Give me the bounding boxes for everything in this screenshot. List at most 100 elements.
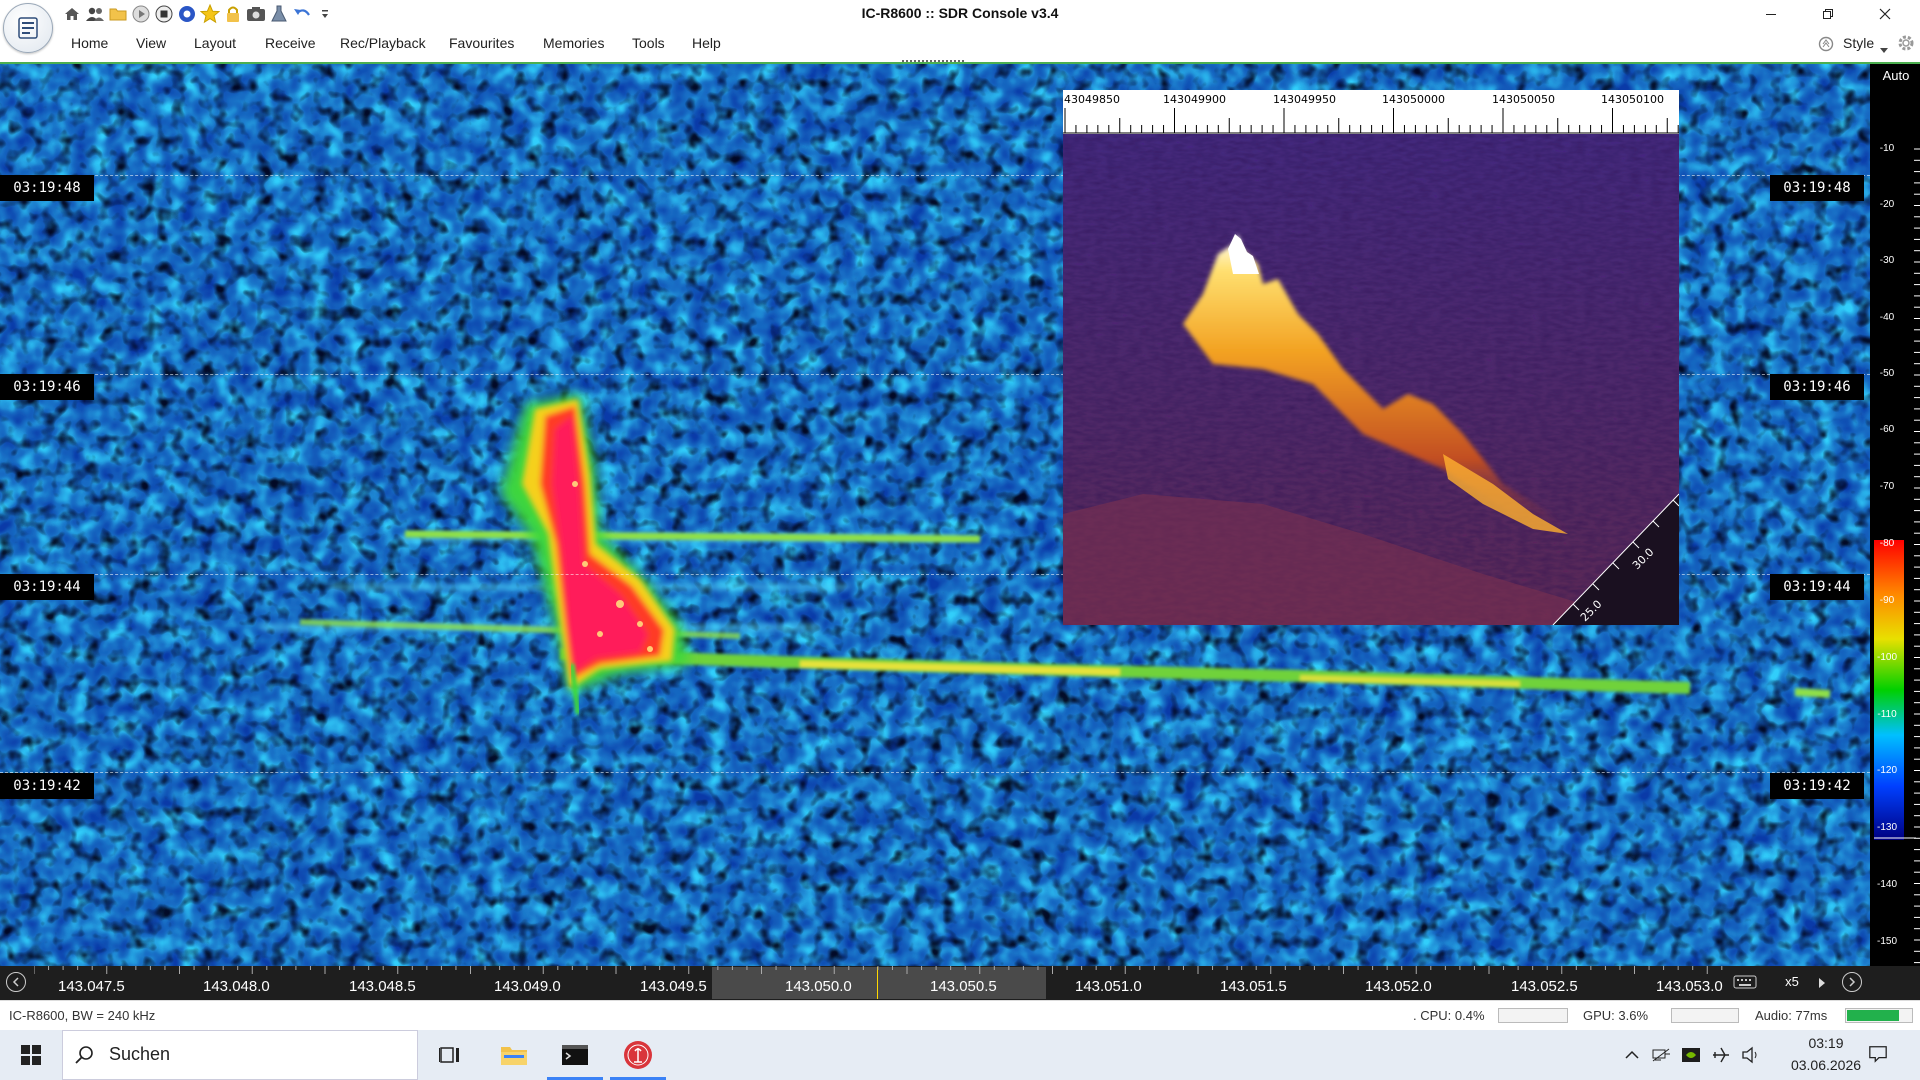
search-placeholder[interactable]: Suchen: [109, 1044, 170, 1065]
frequency-label: 143.048.0: [203, 978, 270, 995]
level-label: -110: [1877, 709, 1897, 720]
time-label-left: 03:19:42: [0, 773, 94, 799]
terminal-button[interactable]: [547, 1030, 603, 1080]
nvidia-icon[interactable]: [1681, 1045, 1701, 1065]
menu-receive[interactable]: Receive: [265, 35, 316, 51]
zoom-next-icon[interactable]: [1818, 976, 1826, 994]
time-label-left: 03:19:46: [0, 374, 94, 400]
status-radio-info: IC-R8600, BW = 240 kHz: [9, 1008, 156, 1023]
level-label: -100: [1876, 652, 1897, 663]
chevron-right-icon: [1849, 977, 1856, 987]
app-menu-button[interactable]: [3, 3, 53, 53]
folder-icon: [501, 1047, 527, 1065]
frequency-label: 143.052.0: [1365, 978, 1432, 995]
level-label: -10: [1879, 143, 1895, 154]
level-label: -140: [1876, 879, 1897, 890]
menu-tools[interactable]: Tools: [632, 35, 665, 51]
flight-mode-icon[interactable]: [1711, 1045, 1731, 1065]
search-icon: [74, 1044, 96, 1071]
keyboard-icon[interactable]: [1733, 974, 1757, 995]
inset-ruler-label: 143049850: [1063, 93, 1120, 106]
minimize-button[interactable]: [1748, 0, 1794, 28]
level-label: -90: [1879, 595, 1895, 606]
time-label-right: 03:19:48: [1770, 175, 1864, 201]
inset-ruler-label: 143050050: [1492, 93, 1555, 106]
frequency-ticks: [34, 966, 1723, 974]
gpu-meter: [1671, 1008, 1739, 1023]
level-label: -30: [1879, 255, 1895, 266]
frequency-label: 143.051.0: [1075, 978, 1142, 995]
level-label: -50: [1879, 368, 1895, 379]
audio-meter-fill: [1847, 1010, 1899, 1021]
time-label-right: 03:19:44: [1770, 574, 1864, 600]
status-audio: Audio: 77ms: [1755, 1008, 1828, 1023]
menu-home[interactable]: Home: [71, 35, 108, 51]
level-label: -130: [1876, 822, 1897, 833]
menu-help[interactable]: Help: [692, 35, 721, 51]
chevron-left-icon: [12, 977, 19, 987]
level-label: -120: [1876, 765, 1897, 776]
inset-frequency-ruler: 143049850 143049900 143049950 143050000 …: [1063, 90, 1679, 134]
close-button[interactable]: [1862, 0, 1908, 28]
menu-layout[interactable]: Layout: [194, 35, 236, 51]
file-explorer-button[interactable]: [486, 1030, 542, 1080]
time-label-right: 03:19:46: [1770, 374, 1864, 400]
frequency-label: 143.053.0: [1656, 978, 1723, 995]
frequency-label: 143.050.0: [785, 978, 852, 995]
volume-icon[interactable]: [1741, 1045, 1761, 1065]
scroll-right-button[interactable]: [1842, 972, 1862, 992]
frequency-label: 143.048.5: [349, 978, 416, 995]
sdr-console-button[interactable]: [610, 1030, 666, 1080]
3d-spectrum-inset[interactable]: 143049850 143049900 143049950 143050000 …: [1063, 90, 1679, 625]
status-cpu: . CPU: 0.4%: [1413, 1008, 1485, 1023]
frequency-label: 143.049.0: [494, 978, 561, 995]
clock-date[interactable]: 03.06.2026: [1779, 1057, 1873, 1073]
menu-rec-playback[interactable]: Rec/Playback: [340, 35, 426, 51]
sdr-console-icon: [624, 1041, 652, 1069]
notification-icon[interactable]: [1868, 1044, 1888, 1064]
start-button[interactable]: [3, 1030, 59, 1080]
windows-icon: [21, 1045, 41, 1065]
zoom-selector[interactable]: x5: [1772, 970, 1812, 994]
task-view-button[interactable]: [422, 1030, 478, 1080]
time-label-left: 03:19:44: [0, 574, 94, 600]
audio-meter: [1845, 1008, 1913, 1023]
menu-memories[interactable]: Memories: [543, 35, 604, 51]
frequency-label: 143.049.5: [640, 978, 707, 995]
frequency-label: 143.050.5: [930, 978, 997, 995]
restore-button[interactable]: [1805, 0, 1851, 28]
frequency-label: 143.052.5: [1511, 978, 1578, 995]
inset-3d-plot: 25.0 30.0: [1063, 134, 1679, 625]
window-title: IC-R8600 :: SDR Console v3.4: [861, 5, 1059, 21]
menu-bar: Home View Layout Receive Rec/Playback Fa…: [0, 28, 1920, 60]
gear-icon[interactable]: [1896, 33, 1916, 58]
inset-ruler-label: 143049900: [1163, 93, 1226, 106]
level-label: -150: [1876, 936, 1897, 947]
level-label: -20: [1879, 199, 1895, 210]
terminal-icon: [562, 1045, 588, 1065]
time-label-left: 03:19:48: [0, 175, 94, 201]
minimize-icon: [1766, 14, 1776, 15]
clock-time[interactable]: 03:19: [1791, 1035, 1861, 1051]
scroll-left-button[interactable]: [6, 972, 26, 992]
status-gpu: GPU: 3.6%: [1583, 1008, 1649, 1023]
style-menu[interactable]: Style: [1843, 35, 1874, 51]
network-adapter-icon[interactable]: [1651, 1045, 1671, 1065]
style-icon: [1818, 35, 1834, 58]
level-label: -60: [1879, 424, 1895, 435]
inset-ruler-label: 143050000: [1382, 93, 1445, 106]
title-bar: IC-R8600 :: SDR Console v3.4: [0, 0, 1920, 28]
chevron-up-icon[interactable]: [1622, 1045, 1642, 1065]
menu-favourites[interactable]: Favourites: [449, 35, 514, 51]
app-menu-icon: [18, 17, 38, 39]
time-label-right: 03:19:42: [1770, 773, 1864, 799]
inset-ruler-label: 143049950: [1273, 93, 1336, 106]
level-label: -70: [1879, 481, 1895, 492]
close-icon: [1879, 8, 1891, 20]
level-label: -40: [1879, 312, 1895, 323]
menu-view[interactable]: View: [136, 35, 166, 51]
style-dropdown-icon[interactable]: [1880, 41, 1888, 59]
frequency-label: 143.051.5: [1220, 978, 1287, 995]
inset-ruler-label: 143050100: [1601, 93, 1664, 106]
cpu-meter: [1498, 1008, 1568, 1023]
